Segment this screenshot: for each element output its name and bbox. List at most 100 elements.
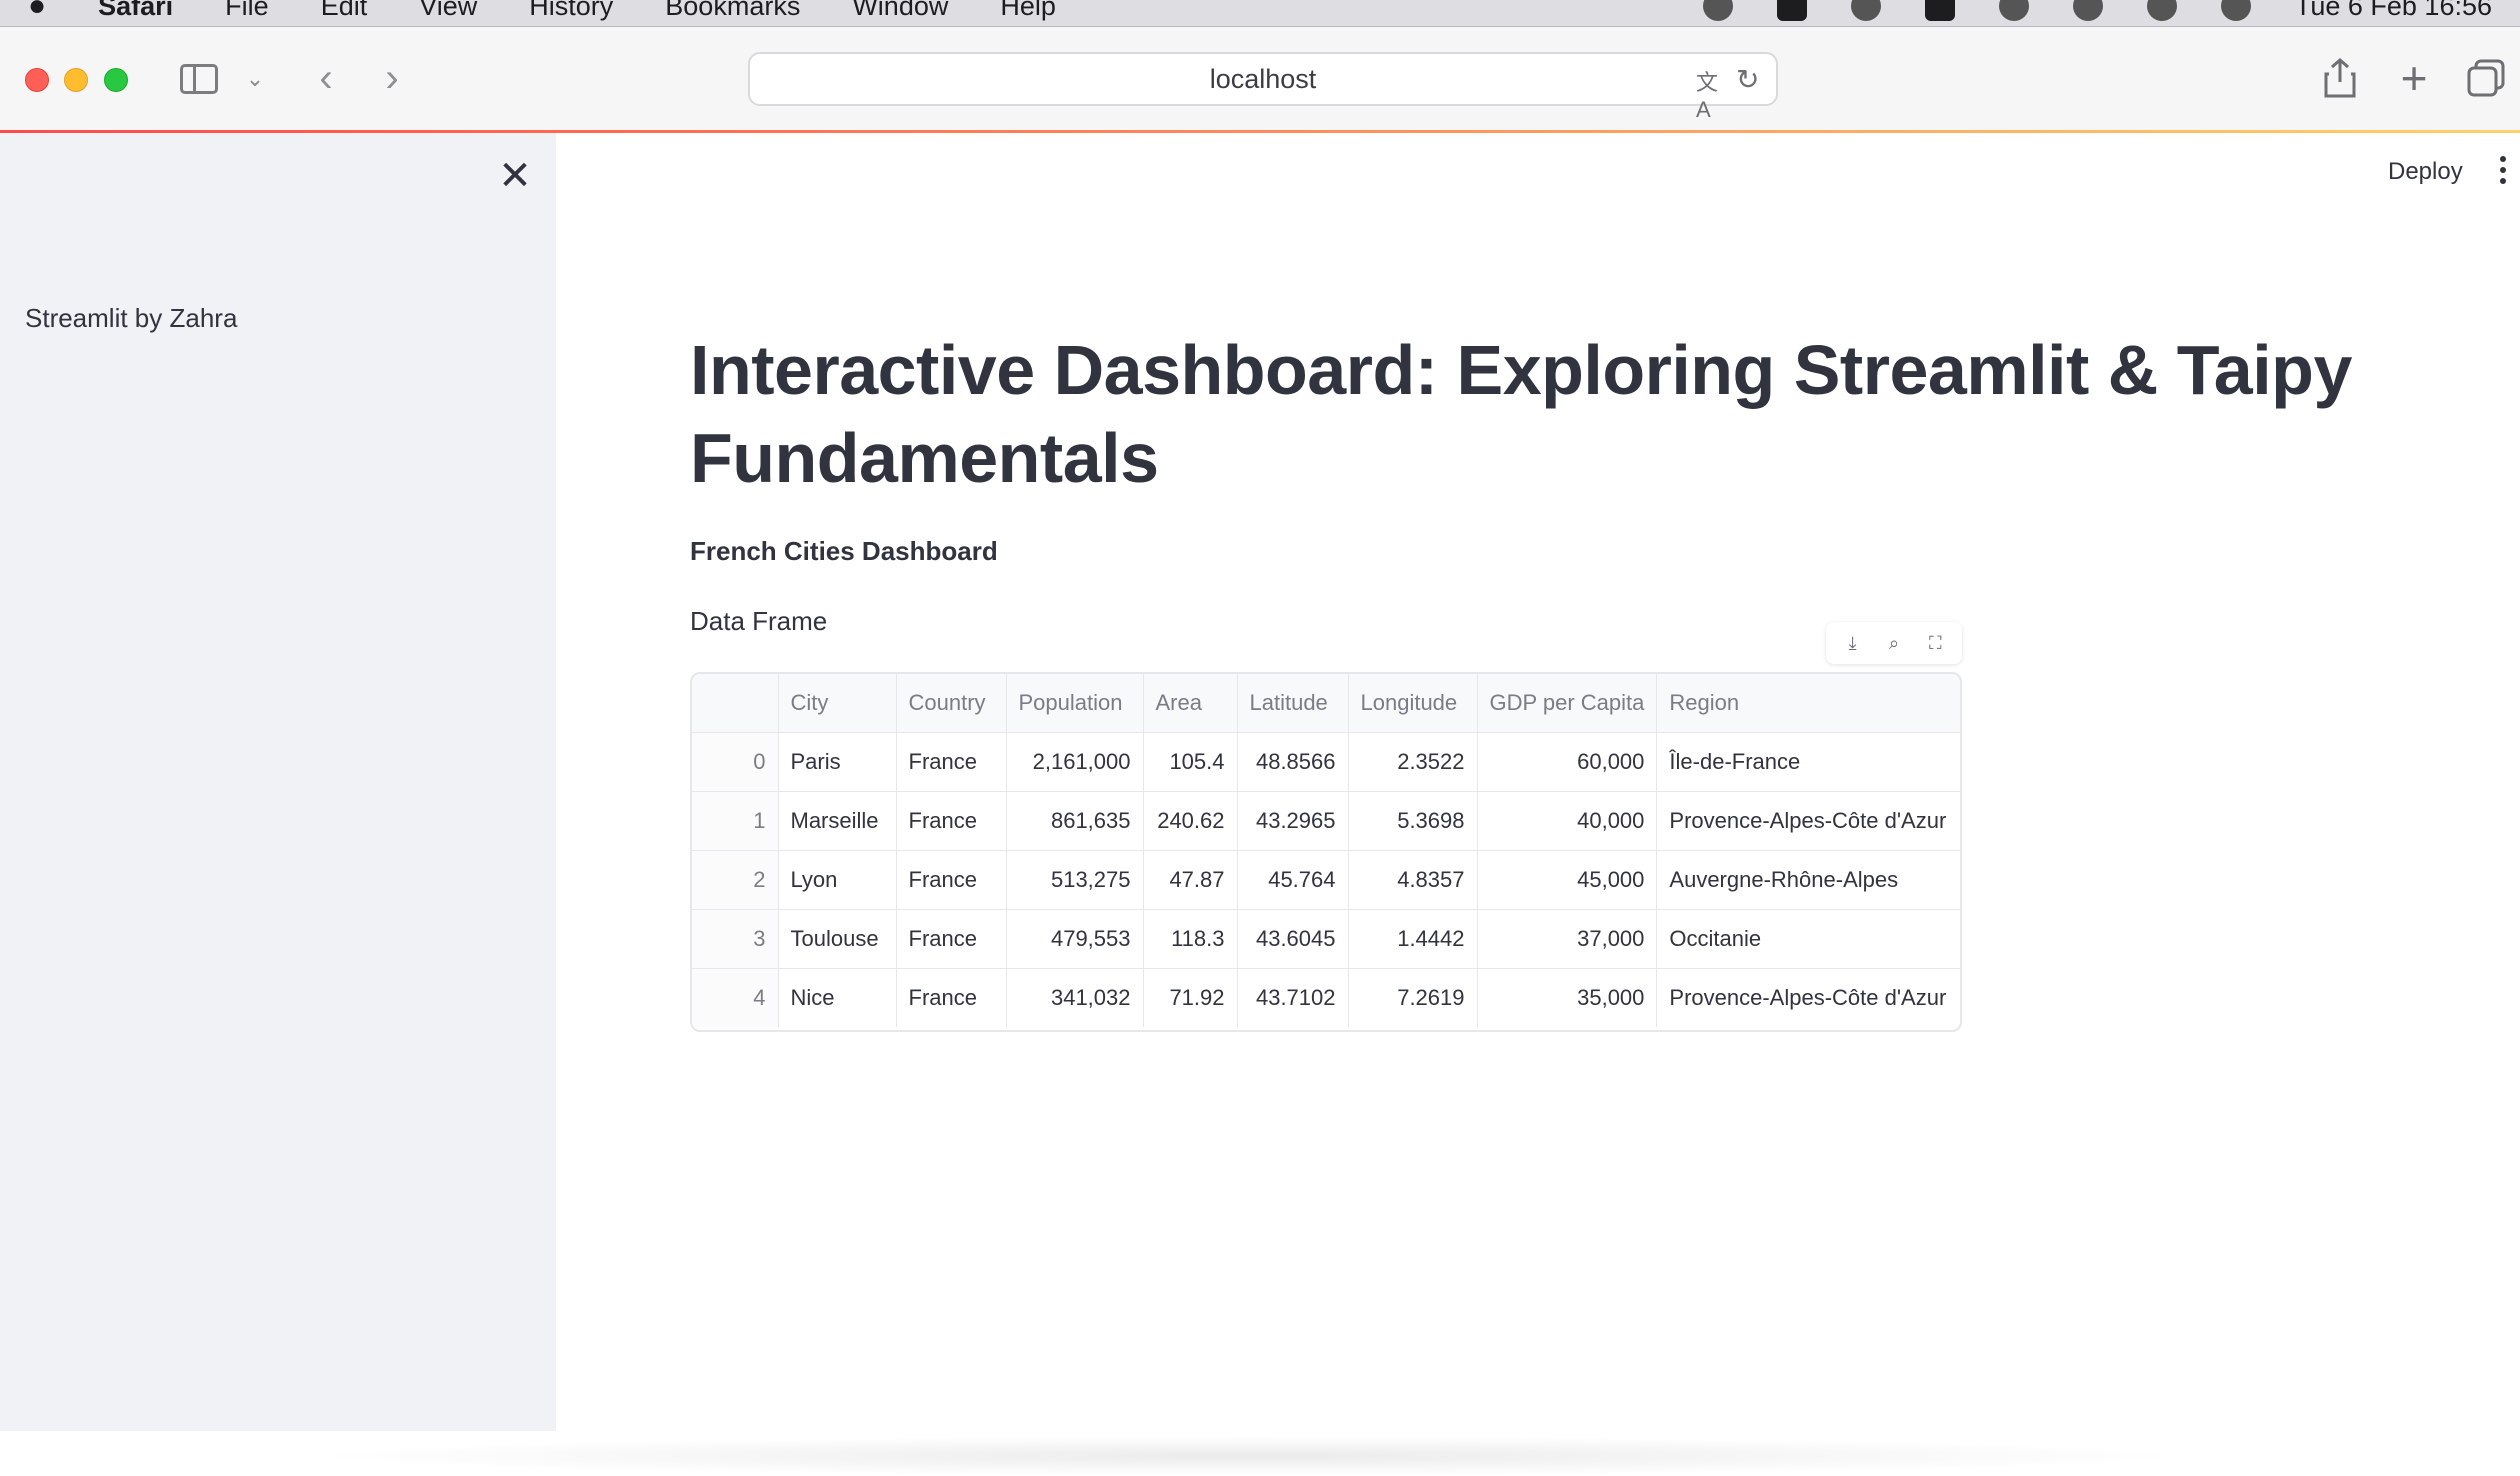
cell-city[interactable]: Marseille bbox=[778, 791, 897, 851]
cell-population[interactable]: 341,032 bbox=[1006, 968, 1144, 1027]
cell-longitude[interactable]: 4.8357 bbox=[1348, 850, 1478, 910]
cell-latitude[interactable]: 43.7102 bbox=[1237, 968, 1349, 1027]
row-index[interactable]: 4 bbox=[692, 968, 779, 1027]
menu-file[interactable]: File bbox=[225, 0, 269, 22]
close-sidebar-icon[interactable]: ✕ bbox=[496, 156, 534, 196]
cell-gdp-per-capita[interactable]: 37,000 bbox=[1477, 909, 1658, 969]
cell-country[interactable]: France bbox=[896, 791, 1007, 851]
cell-gdp-per-capita[interactable]: 35,000 bbox=[1477, 968, 1658, 1027]
menu-help[interactable]: Help bbox=[1000, 0, 1056, 22]
search-icon[interactable] bbox=[2146, 0, 2177, 21]
cell-country[interactable]: France bbox=[896, 850, 1007, 910]
table-header-row: City Country Population Area Latitude Lo… bbox=[692, 674, 1960, 733]
column-header-gdp-per-capita[interactable]: GDP per Capita bbox=[1477, 674, 1658, 733]
cell-latitude[interactable]: 48.8566 bbox=[1237, 732, 1349, 792]
cell-region[interactable]: Provence-Alpes-Côte d'Azur bbox=[1657, 968, 1960, 1027]
cell-population[interactable]: 513,275 bbox=[1006, 850, 1144, 910]
cell-latitude[interactable]: 43.6045 bbox=[1237, 909, 1349, 969]
column-header-index[interactable] bbox=[692, 674, 779, 733]
row-index[interactable]: 0 bbox=[692, 732, 779, 792]
cell-gdp-per-capita[interactable]: 40,000 bbox=[1477, 791, 1658, 851]
column-header-area[interactable]: Area bbox=[1143, 674, 1238, 733]
table-row: 1 Marseille France 861,635 240.62 43.296… bbox=[692, 791, 1960, 851]
status-icon[interactable] bbox=[1776, 0, 1807, 21]
menu-status-area: Tue 6 Feb 16:56 bbox=[1702, 0, 2492, 26]
new-tab-icon[interactable]: + bbox=[2392, 52, 2436, 104]
battery-icon[interactable] bbox=[1998, 0, 2029, 21]
column-header-longitude[interactable]: Longitude bbox=[1348, 674, 1478, 733]
control-center-icon[interactable] bbox=[2220, 0, 2251, 21]
cell-area[interactable]: 118.3 bbox=[1143, 909, 1238, 969]
status-icon[interactable] bbox=[1702, 0, 1733, 21]
cell-city[interactable]: Lyon bbox=[778, 850, 897, 910]
fullscreen-icon[interactable]: ⛶ bbox=[1923, 633, 1947, 654]
share-icon[interactable] bbox=[2320, 56, 2360, 100]
cell-country[interactable]: France bbox=[896, 909, 1007, 969]
cell-latitude[interactable]: 43.2965 bbox=[1237, 791, 1349, 851]
column-header-city[interactable]: City bbox=[778, 674, 897, 733]
close-window-button[interactable] bbox=[25, 68, 49, 92]
menu-clock[interactable]: Tue 6 Feb 16:56 bbox=[2295, 0, 2492, 22]
cell-region[interactable]: Provence-Alpes-Côte d'Azur bbox=[1656, 791, 1960, 851]
cell-city[interactable]: Paris bbox=[778, 732, 897, 792]
chevron-down-icon[interactable]: ⌄ bbox=[240, 64, 270, 94]
column-header-latitude[interactable]: Latitude bbox=[1237, 674, 1349, 733]
main-menu-icon[interactable] bbox=[2500, 156, 2508, 186]
menu-edit[interactable]: Edit bbox=[321, 0, 368, 22]
cell-longitude[interactable]: 5.3698 bbox=[1348, 791, 1478, 851]
row-index[interactable]: 3 bbox=[692, 909, 779, 969]
row-index[interactable]: 1 bbox=[692, 791, 779, 851]
cell-population[interactable]: 861,635 bbox=[1006, 791, 1144, 851]
cell-region[interactable]: Île-de-France bbox=[1656, 732, 1960, 792]
cell-gdp-per-capita[interactable]: 45,000 bbox=[1477, 850, 1658, 910]
cell-city[interactable]: Nice bbox=[778, 968, 897, 1027]
status-icon[interactable] bbox=[1850, 0, 1881, 21]
cell-region[interactable]: Occitanie bbox=[1656, 909, 1960, 969]
back-arrow-icon[interactable]: ‹ bbox=[306, 56, 346, 100]
url-text: localhost bbox=[1209, 63, 1317, 94]
row-index[interactable]: 2 bbox=[692, 850, 779, 910]
window-bottom-shadow bbox=[300, 1436, 2200, 1476]
cell-city[interactable]: Toulouse bbox=[778, 909, 897, 969]
cell-longitude[interactable]: 2.3522 bbox=[1348, 732, 1478, 792]
cell-population[interactable]: 2,161,000 bbox=[1006, 732, 1144, 792]
column-header-country[interactable]: Country bbox=[896, 674, 1007, 733]
cell-country[interactable]: France bbox=[896, 732, 1007, 792]
cell-longitude[interactable]: 1.4442 bbox=[1348, 909, 1478, 969]
cell-gdp-per-capita[interactable]: 60,000 bbox=[1477, 732, 1658, 792]
deploy-button[interactable]: Deploy bbox=[2388, 158, 2463, 186]
sidebar-toggle-icon[interactable] bbox=[180, 64, 218, 94]
dataframe-table[interactable]: City Country Population Area Latitude Lo… bbox=[690, 672, 1962, 1032]
menu-bookmarks[interactable]: Bookmarks bbox=[665, 0, 800, 22]
menu-view[interactable]: View bbox=[419, 0, 477, 22]
tab-overview-icon[interactable] bbox=[2466, 58, 2506, 98]
search-icon[interactable]: ⌕ bbox=[1882, 633, 1906, 654]
minimize-window-button[interactable] bbox=[64, 68, 88, 92]
cell-area[interactable]: 240.62 bbox=[1143, 791, 1238, 851]
cell-country[interactable]: France bbox=[896, 968, 1007, 1027]
address-bar[interactable]: localhost 文A ↻ bbox=[748, 52, 1778, 122]
status-icon[interactable] bbox=[1924, 0, 1955, 21]
menu-window[interactable]: Window bbox=[852, 0, 948, 22]
column-header-population[interactable]: Population bbox=[1006, 674, 1144, 733]
cell-latitude[interactable]: 45.764 bbox=[1237, 850, 1349, 910]
table-row: 0 Paris France 2,161,000 105.4 48.8566 2… bbox=[692, 732, 1960, 792]
forward-arrow-icon[interactable]: › bbox=[372, 56, 412, 100]
cell-area[interactable]: 47.87 bbox=[1143, 850, 1238, 910]
apple-icon[interactable]: ● bbox=[28, 0, 46, 23]
cell-area[interactable]: 105.4 bbox=[1143, 732, 1238, 792]
menu-items: ● Safari File Edit View History Bookmark… bbox=[0, 0, 1056, 26]
download-icon[interactable]: ⤓ bbox=[1841, 633, 1865, 654]
menu-app-name[interactable]: Safari bbox=[98, 0, 173, 22]
translate-icon[interactable]: 文A bbox=[1696, 65, 1732, 122]
cell-longitude[interactable]: 7.2619 bbox=[1348, 968, 1478, 1027]
cell-area[interactable]: 71.92 bbox=[1143, 968, 1238, 1027]
wifi-icon[interactable] bbox=[2072, 0, 2103, 21]
dataframe-label: Data Frame bbox=[690, 606, 828, 636]
menu-history[interactable]: History bbox=[529, 0, 613, 22]
cell-population[interactable]: 479,553 bbox=[1006, 909, 1144, 969]
zoom-window-button[interactable] bbox=[104, 68, 128, 92]
column-header-region[interactable]: Region bbox=[1656, 674, 1960, 733]
reload-icon[interactable]: ↻ bbox=[1736, 63, 1764, 95]
cell-region[interactable]: Auvergne-Rhône-Alpes bbox=[1656, 850, 1960, 910]
